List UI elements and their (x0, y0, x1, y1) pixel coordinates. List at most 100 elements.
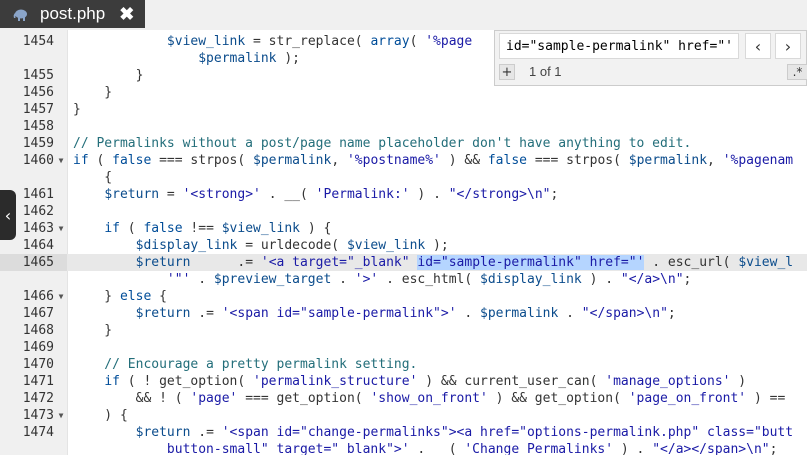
code-line: 1471 if ( ! get_option( 'permalink_struc… (0, 373, 807, 390)
line-number: 1468 (22, 323, 54, 338)
code-token: "</a></span>\n" (652, 442, 770, 455)
close-icon[interactable]: ✖ (119, 5, 134, 23)
code-line: 1456 } (0, 84, 807, 101)
code-line: 1460 ▼ if ( false === strpos( $permalink, … (0, 152, 807, 169)
code-token: = (159, 187, 183, 202)
fold-arrow-icon[interactable]: ▼ (56, 288, 66, 305)
tab-post-php[interactable]: post.php ✖ (0, 0, 145, 28)
code-token: ) . (581, 272, 621, 287)
code-token: '<strong>' (182, 187, 261, 202)
code-token: array (370, 34, 410, 49)
code-line: 1458 (0, 118, 807, 135)
line-number: 1467 (22, 306, 54, 321)
toggle-replace-button[interactable]: + (499, 64, 515, 80)
code-text: } (73, 101, 81, 118)
code-token: 'page_on_front' (628, 391, 747, 406)
code-token: '>' (354, 272, 379, 287)
find-previous-button[interactable]: ‹ (745, 33, 771, 59)
code-token: ) && get_option( (487, 391, 629, 406)
tab-title: post.php (40, 4, 106, 23)
code-token: ; (769, 442, 778, 455)
code-token: ; (683, 272, 692, 287)
code-token: // Permalinks without a post/page name p… (73, 136, 692, 151)
code-text: if ( false === strpos( $permalink, '%pos… (73, 152, 793, 169)
code-line: { (0, 169, 807, 186)
code-token: false (143, 221, 183, 236)
code-line: 1473 ▼ ) { (0, 407, 807, 424)
code-editor[interactable]: 1454 $view_link = str_replace( array( '%… (0, 30, 807, 455)
code-line: 1472 && ! ( 'page' === get_option( 'show… (0, 390, 807, 407)
php-elephant-icon (12, 7, 28, 21)
code-text: '"' . $preview_target . '>' . esc_html( … (73, 271, 691, 288)
code-token: $return (135, 306, 191, 321)
code-token: "</a>\n" (620, 272, 684, 287)
code-token: if (104, 221, 120, 236)
code-line: '"' . $preview_target . '>' . esc_html( … (0, 271, 807, 288)
code-line: 1457} (0, 101, 807, 118)
line-number: 1457 (22, 102, 54, 117)
find-next-button[interactable]: › (775, 33, 801, 59)
code-token: 'Change Permalinks' (464, 442, 614, 455)
code-token: ) . (613, 442, 653, 455)
code-token: . __( (409, 442, 465, 455)
code-token: . (558, 306, 582, 321)
line-number: 1474 (22, 425, 54, 440)
code-token: && ! ( (73, 391, 191, 406)
line-number: 1473 (22, 408, 54, 423)
code-token: $return (135, 425, 191, 440)
code-token: // Encourage a pretty permalink setting. (73, 357, 418, 372)
code-token: '%page (425, 34, 473, 49)
collapse-sidebar-handle[interactable]: ‹ (0, 190, 16, 240)
code-token: ) == (746, 391, 786, 406)
code-text: if ( false !== $view_link ) { (73, 220, 331, 237)
line-number: 1455 (22, 68, 54, 83)
code-token: $permalink (198, 51, 277, 66)
line-number: 1454 (22, 34, 54, 49)
fold-arrow-icon[interactable]: ▼ (56, 152, 66, 169)
code-token: if (73, 153, 89, 168)
line-number: 1466 (22, 289, 54, 304)
search-input[interactable] (499, 33, 739, 59)
code-line: 1474 $return .= '<span id="change-permal… (0, 424, 807, 441)
code-token: ) . (409, 187, 449, 202)
code-text: button-small" target=" blank">' . __( 'C… (73, 441, 778, 455)
code-token: 'page' (190, 391, 238, 406)
line-number: 1458 (22, 119, 54, 134)
code-token: '"' (166, 272, 191, 287)
code-token: { (73, 170, 113, 185)
code-token: $permalink (480, 306, 559, 321)
fold-arrow-icon[interactable]: ▼ (56, 407, 66, 424)
search-match-selection: id="sample-permalink" href="' (417, 255, 645, 270)
code-token: $view_link (221, 221, 301, 236)
code-token: '<a target="_blank" (260, 255, 418, 270)
regex-toggle-button[interactable]: .* (787, 64, 807, 80)
code-token: ) && current_user_can( (417, 374, 606, 389)
line-number: 1470 (22, 357, 54, 372)
code-token: ) { (73, 408, 128, 423)
code-token: . esc_html( (378, 272, 481, 287)
code-line: button-small" target=" blank">' . __( 'C… (0, 441, 807, 455)
code-text: $return .= '<span id="sample-permalink">… (73, 305, 676, 322)
code-token: 'manage_options' (605, 374, 731, 389)
code-token: ( (88, 153, 113, 168)
code-token: .= (190, 306, 222, 321)
code-token: $permalink (628, 153, 708, 168)
code-token: "</span>\n" (581, 306, 668, 321)
code-token: ; (667, 306, 676, 321)
fold-arrow-icon[interactable]: ▼ (56, 220, 66, 237)
code-token: . esc_url( (644, 255, 739, 270)
tab-bar: post.php ✖ (0, 0, 807, 30)
code-line: 1470 // Encourage a pretty permalink set… (0, 356, 807, 373)
line-number: 1465 (22, 255, 54, 270)
code-line: 1464 $display_link = urldecode( $view_li… (0, 237, 807, 254)
code-token: = urldecode( (237, 238, 347, 253)
code-token: '<span id="change-permalinks"><a href="o… (221, 425, 794, 440)
code-token: } (73, 102, 81, 117)
regex-toggle-label: .* (792, 65, 803, 79)
